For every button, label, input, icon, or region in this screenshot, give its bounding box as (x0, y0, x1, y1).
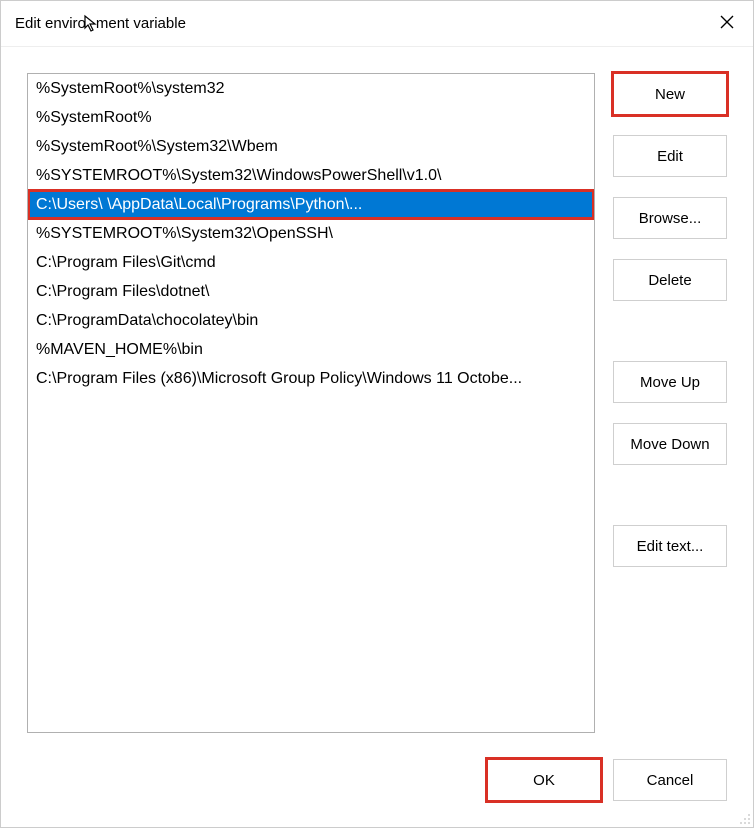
list-item[interactable]: %SystemRoot%\System32\Wbem (28, 132, 594, 161)
list-item[interactable]: C:\Program Files\dotnet\ (28, 277, 594, 306)
title-suffix: ment variable (96, 15, 186, 32)
list-item[interactable]: %SYSTEMROOT%\System32\WindowsPowerShell\… (28, 161, 594, 190)
list-item[interactable]: C:\Program Files (x86)\Microsoft Group P… (28, 364, 594, 393)
dialog-footer: OK Cancel (1, 749, 753, 827)
list-item[interactable]: C:\ProgramData\chocolatey\bin (28, 306, 594, 335)
edit-button[interactable]: Edit (613, 135, 727, 177)
list-item[interactable]: C:\Program Files\Git\cmd (28, 248, 594, 277)
ok-button[interactable]: OK (487, 759, 601, 801)
new-button[interactable]: New (613, 73, 727, 115)
move-down-button[interactable]: Move Down (613, 423, 727, 465)
edit-env-var-dialog: Edit enviro ment variable %SystemRoot%\s… (0, 0, 754, 828)
delete-button[interactable]: Delete (613, 259, 727, 301)
titlebar: Edit enviro ment variable (1, 1, 753, 47)
list-item[interactable]: %SystemRoot%\system32 (28, 74, 594, 103)
spacer (613, 321, 727, 341)
list-item[interactable]: %SystemRoot% (28, 103, 594, 132)
path-listbox[interactable]: %SystemRoot%\system32%SystemRoot%%System… (27, 73, 595, 733)
move-up-button[interactable]: Move Up (613, 361, 727, 403)
title-prefix: Edit enviro (15, 15, 86, 32)
close-button[interactable] (715, 12, 739, 36)
list-item[interactable]: C:\Users\ \AppData\Local\Programs\Python… (28, 190, 594, 219)
content-area: %SystemRoot%\system32%SystemRoot%%System… (1, 47, 753, 749)
spacer (613, 485, 727, 505)
edit-text-button[interactable]: Edit text... (613, 525, 727, 567)
dialog-title: Edit enviro ment variable (15, 15, 186, 33)
list-item[interactable]: %MAVEN_HOME%\bin (28, 335, 594, 364)
close-icon (720, 15, 734, 33)
browse-button[interactable]: Browse... (613, 197, 727, 239)
side-button-column: New Edit Browse... Delete Move Up Move D… (613, 73, 727, 741)
cancel-button[interactable]: Cancel (613, 759, 727, 801)
list-item[interactable]: %SYSTEMROOT%\System32\OpenSSH\ (28, 219, 594, 248)
